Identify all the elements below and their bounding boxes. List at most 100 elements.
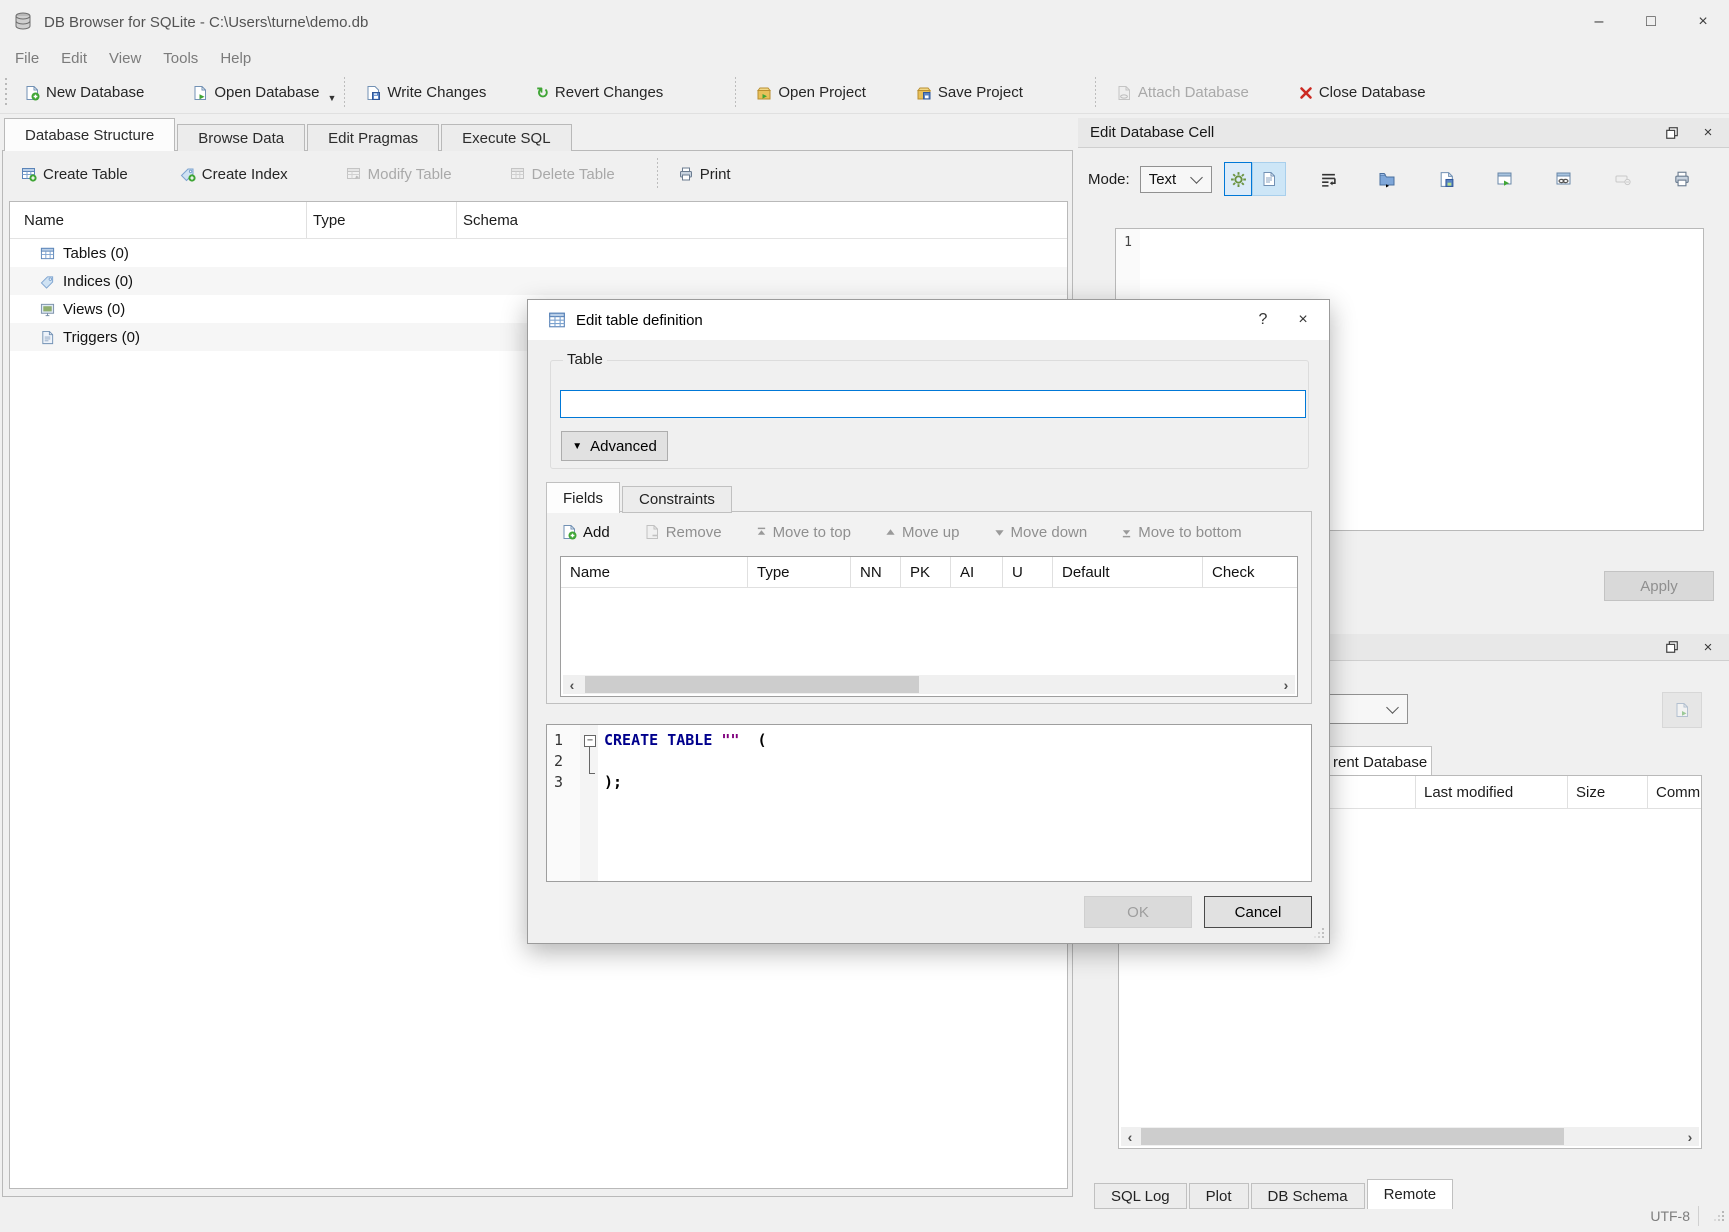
new-database-button[interactable]: New Database <box>12 77 156 109</box>
app-icon <box>12 11 34 33</box>
fields-table: Name Type NN PK AI U Default Check ‹ › <box>560 556 1298 697</box>
write-changes-button[interactable]: Write Changes <box>353 77 498 109</box>
upload-database-button[interactable] <box>1662 692 1702 728</box>
fields-table-hscrollbar[interactable]: ‹ › <box>563 675 1295 694</box>
scroll-left-icon[interactable]: ‹ <box>563 677 581 693</box>
dialog-resize-grip[interactable] <box>1313 927 1325 939</box>
minimize-button[interactable]: – <box>1573 0 1625 44</box>
move-down-button[interactable]: Move down <box>994 524 1088 541</box>
menu-tools[interactable]: Tools <box>152 44 209 72</box>
create-index-button[interactable]: Create Index <box>168 158 300 190</box>
revert-changes-button[interactable]: ↻ Revert Changes <box>524 77 675 109</box>
save-export-icon-button[interactable] <box>1429 162 1463 196</box>
save-project-button[interactable]: Save Project <box>904 77 1035 109</box>
dialog-close-button[interactable]: × <box>1283 300 1323 340</box>
ok-button[interactable]: OK <box>1084 896 1192 928</box>
float-panel-icon[interactable] <box>1661 122 1683 144</box>
set-null-icon-button[interactable] <box>1606 162 1640 196</box>
scroll-right-icon[interactable]: › <box>1681 1129 1699 1145</box>
tables-icon <box>40 246 55 261</box>
attach-database-icon <box>1116 85 1132 101</box>
maximize-button[interactable]: □ <box>1625 0 1677 44</box>
print-cell-icon-button[interactable] <box>1665 162 1699 196</box>
remote-list-hscrollbar[interactable]: ‹ › <box>1121 1127 1699 1146</box>
main-toolbar: New Database Open Database ▼ Write Chang… <box>0 72 1729 114</box>
tab-database-structure[interactable]: Database Structure <box>4 118 175 151</box>
mode-select[interactable]: Text <box>1140 166 1213 193</box>
remove-field-button[interactable]: Remove <box>644 524 722 541</box>
column-header-last-modified[interactable]: Last modified <box>1416 776 1568 808</box>
tree-row-tables[interactable]: Tables (0) <box>10 239 1067 267</box>
toolbar-grip[interactable] <box>3 78 8 108</box>
close-button[interactable]: × <box>1677 0 1729 44</box>
window-resize-grip[interactable] <box>1713 1210 1725 1222</box>
tab-fields[interactable]: Fields <box>546 482 620 513</box>
tab-constraints[interactable]: Constraints <box>622 486 732 513</box>
move-to-bottom-icon <box>1121 527 1132 538</box>
move-up-button[interactable]: Move up <box>885 524 960 541</box>
column-header-pk[interactable]: PK <box>901 557 951 587</box>
column-header-name[interactable]: Name <box>10 202 307 238</box>
column-header-schema[interactable]: Schema <box>457 202 1067 238</box>
attach-database-button[interactable]: Attach Database <box>1104 77 1261 109</box>
menu-file[interactable]: File <box>4 44 50 72</box>
tree-row-indices[interactable]: Indices (0) <box>10 267 1067 295</box>
modify-table-button[interactable]: Modify Table <box>334 158 464 190</box>
table-name-input[interactable] <box>560 390 1306 418</box>
column-header-type[interactable]: Type <box>748 557 851 587</box>
export-window-icon-button[interactable] <box>1488 162 1522 196</box>
column-header-u[interactable]: U <box>1003 557 1053 587</box>
column-header-size[interactable]: Size <box>1568 776 1648 808</box>
fields-toolbar: Add Remove Move to top Move up Move down… <box>547 512 1311 552</box>
print-button[interactable]: Print <box>666 158 743 190</box>
move-to-bottom-button[interactable]: Move to bottom <box>1121 524 1241 541</box>
create-table-button[interactable]: Create Table <box>9 158 140 190</box>
add-icon <box>561 524 577 540</box>
column-header-ai[interactable]: AI <box>951 557 1003 587</box>
open-database-button[interactable]: Open Database <box>180 77 331 109</box>
menu-help[interactable]: Help <box>209 44 262 72</box>
scrollbar-thumb[interactable] <box>1141 1128 1564 1145</box>
encoding-indicator[interactable]: UTF-8 <box>1650 1206 1699 1226</box>
toolbar-separator <box>735 77 736 109</box>
menu-view[interactable]: View <box>98 44 152 72</box>
link-window-icon-button[interactable] <box>1547 162 1581 196</box>
close-panel-icon[interactable]: × <box>1697 122 1719 144</box>
scroll-right-icon[interactable]: › <box>1277 677 1295 693</box>
advanced-button[interactable]: ▼ Advanced <box>561 431 668 461</box>
tab-browse-data[interactable]: Browse Data <box>177 124 305 151</box>
close-database-button[interactable]: Close Database <box>1287 77 1438 109</box>
dialog-help-button[interactable]: ? <box>1243 300 1283 340</box>
gear-icon <box>1230 171 1247 188</box>
window-title: DB Browser for SQLite - C:\Users\turne\d… <box>44 14 368 31</box>
delete-table-button[interactable]: Delete Table <box>498 158 627 190</box>
modify-table-icon <box>346 166 362 182</box>
column-header-nn[interactable]: NN <box>851 557 901 587</box>
add-field-button[interactable]: Add <box>561 524 610 541</box>
text-mode-icon-button[interactable] <box>1252 162 1286 196</box>
tab-execute-sql[interactable]: Execute SQL <box>441 124 571 151</box>
column-header-name[interactable]: Name <box>561 557 748 587</box>
close-panel-icon[interactable]: × <box>1697 636 1719 658</box>
column-header-check[interactable]: Check <box>1203 557 1297 587</box>
float-panel-icon[interactable] <box>1661 636 1683 658</box>
auto-apply-toggle-button[interactable] <box>1224 162 1252 196</box>
new-database-icon <box>24 85 40 101</box>
cancel-button[interactable]: Cancel <box>1204 896 1312 928</box>
column-header-type[interactable]: Type <box>307 202 457 238</box>
column-header-default[interactable]: Default <box>1053 557 1203 587</box>
fold-marker-icon[interactable]: − <box>584 735 596 747</box>
column-header-commit[interactable]: Comm <box>1648 776 1701 808</box>
tab-edit-pragmas[interactable]: Edit Pragmas <box>307 124 439 151</box>
open-database-dropdown[interactable]: ▼ <box>327 93 336 103</box>
word-wrap-icon-button[interactable] <box>1311 162 1345 196</box>
scroll-left-icon[interactable]: ‹ <box>1121 1129 1139 1145</box>
menu-edit[interactable]: Edit <box>50 44 98 72</box>
move-to-top-button[interactable]: Move to top <box>756 524 851 541</box>
apply-button[interactable]: Apply <box>1604 571 1714 601</box>
import-open-icon-button[interactable] <box>1370 162 1404 196</box>
scrollbar-thumb[interactable] <box>585 676 919 693</box>
open-project-button[interactable]: Open Project <box>744 77 878 109</box>
open-database-icon <box>192 85 208 101</box>
table-definition-icon <box>548 311 566 329</box>
